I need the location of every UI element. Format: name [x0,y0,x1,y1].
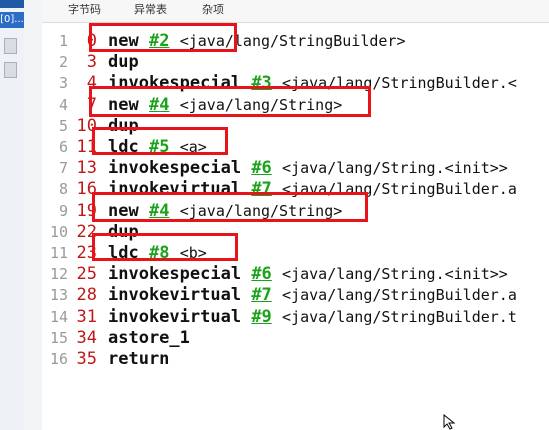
opcode: invokespecial [108,264,242,285]
file-icon[interactable] [4,38,17,54]
instruction: invokespecial #6 <java/lang/String.<init… [108,158,508,179]
line-number: 2 [58,53,68,72]
operand-signature: <java/lang/String.<init>> [282,265,508,284]
bytecode-offset: 3 [86,52,97,73]
left-panel-tab[interactable]: [0]... [0,12,24,28]
line-number: 7 [58,159,68,178]
instruction: invokespecial #6 <java/lang/String.<init… [108,264,508,285]
line-number: 16 [49,350,68,368]
left-panel-strip: [0]... [0,0,25,430]
instruction: invokevirtual #9 <java/lang/StringBuilde… [108,307,517,328]
constant-pool-ref-link[interactable]: #6 [251,264,271,284]
line-number: 4 [58,95,68,114]
bytecode-row: 12 25 invokespecial #6 <java/lang/String.<… [42,264,549,285]
operand-signature: <java/lang/StringBuilder.a [282,286,517,305]
line-number: 3 [58,74,68,93]
highlight-box [92,127,228,155]
line-number: 12 [49,265,68,284]
operand-signature: <java/lang/StringBuilder.t [282,307,517,326]
bytecode-offset: 31 [76,306,97,327]
constant-pool-ref-link[interactable]: #9 [251,307,271,327]
line-number: 6 [58,138,68,156]
instruction: astore_1 [108,328,190,349]
bytecode-row: 13 28 invokevirtual #7 <java/lang/StringBu… [42,285,549,306]
bytecode-row: 2 3 dup [42,52,549,73]
bytecode-offset: 35 [76,349,97,369]
file-icon[interactable] [4,62,17,78]
line-number: 10 [49,222,68,241]
operand-signature: <java/lang/String.<init>> [282,159,508,178]
highlight-box [89,86,371,117]
line-number: 14 [49,307,68,326]
line-number: 15 [49,328,68,347]
opcode: dup [108,52,139,73]
left-panel-header [0,0,24,8]
highlight-box [89,23,237,52]
tab-exception-table[interactable]: 异常表 [134,2,167,18]
opcode: invokespecial [108,158,242,179]
bytecode-offset: 34 [76,327,97,348]
editor-gutter [24,0,42,430]
opcode: invokevirtual [108,285,242,306]
line-number: 8 [58,180,68,199]
highlight-box [92,192,368,222]
bytecode-offset: 13 [76,158,97,179]
opcode: astore_1 [108,327,190,348]
line-number: 13 [49,286,68,305]
opcode: invokevirtual [108,306,242,327]
bytecode-row: 7 13 invokespecial #6 <java/lang/String.<i… [42,158,549,179]
line-number: 11 [49,244,68,262]
line-number: 5 [58,116,68,135]
bytecode-offset: 25 [76,264,97,285]
tab-bytecode[interactable]: 字节码 [68,2,101,18]
opcode: return [108,349,170,369]
constant-pool-ref-link[interactable]: #6 [251,158,271,178]
line-number: 1 [58,32,68,50]
constant-pool-ref-link[interactable]: #7 [251,285,271,305]
bytecode-row: 16 35 return [42,349,549,370]
instruction: invokevirtual #7 <java/lang/StringBuilde… [108,285,517,306]
bytecode-row: 15 34 astore_1 [42,328,549,349]
instruction: dup [108,52,139,73]
line-number: 9 [58,201,68,220]
mouse-pointer-icon [443,414,456,430]
tab-bar: 字节码 异常表 杂项 [42,0,549,23]
instruction: return [108,349,169,370]
highlight-box [92,233,238,261]
bytecode-offset: 28 [76,285,97,306]
tab-misc[interactable]: 杂项 [202,2,224,18]
bytecode-row: 14 31 invokevirtual #9 <java/lang/StringBu… [42,307,549,328]
